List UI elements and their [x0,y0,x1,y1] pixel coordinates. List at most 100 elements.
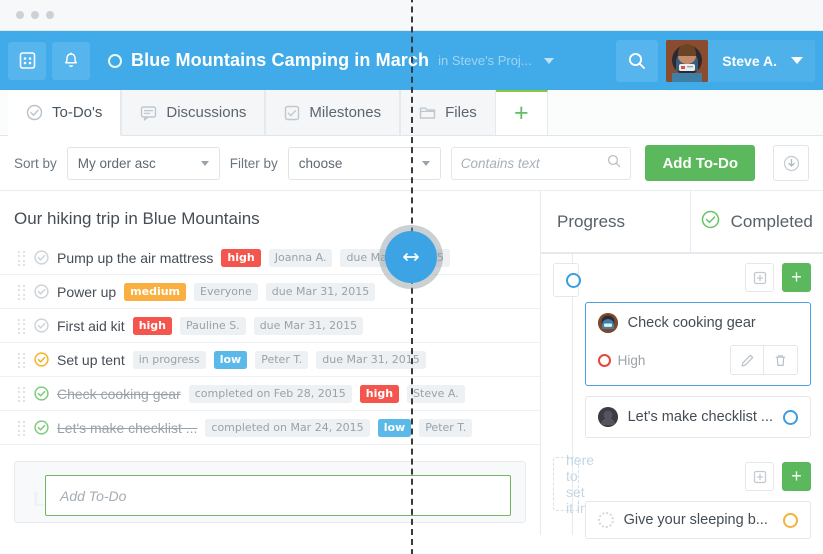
board-card-selected[interactable]: Check cooking gear High [584,302,811,386]
board-column-actions: + [585,263,811,292]
drag-handle-icon[interactable] [18,386,26,402]
status-ring-icon[interactable] [783,512,798,528]
board-card[interactable]: Let's make checklist ... [584,396,811,438]
duplicate-icon[interactable] [745,462,774,491]
search-icon [607,154,621,173]
sort-select[interactable]: My order asc [66,146,220,180]
tab-files[interactable]: Files [400,90,496,135]
filter-select-value: choose [298,155,343,171]
add-todo-button[interactable]: Add To-Do [645,145,755,181]
grid-icon[interactable] [8,41,46,80]
priority-label: High [617,352,646,368]
board-header: Progress Completed [541,191,823,253]
chevron-down-icon[interactable] [543,57,554,64]
todo-tag: Pauline S. [180,316,246,335]
todo-tag: medium [124,282,187,301]
drag-handle-icon[interactable] [18,318,26,334]
todo-tag: low [213,350,248,369]
plus-icon[interactable]: + [782,462,811,491]
board-card-title: Let's make checklist ... [627,409,773,425]
board-column-title: Completed [730,211,813,231]
filter-select[interactable]: choose [287,146,441,180]
check-circle-icon[interactable] [34,420,49,435]
window-dot[interactable] [46,11,54,19]
priority-ring-icon [597,353,611,367]
todo-row[interactable]: Let's make checklist ... completed on Mar… [0,411,540,445]
comment-icon [140,105,157,121]
todo-tag: due Mar 31, 2015 [265,282,376,301]
todo-title: Set up tent [57,351,125,368]
tab-label: Discussions [166,104,247,121]
checkbox-icon [284,105,300,121]
todo-tag: high [221,248,261,267]
drag-handle-icon[interactable] [18,250,26,266]
todo-row[interactable]: Power up medium Everyone due Mar 31, 2015 [0,275,540,309]
tab-todos[interactable]: To-Do's [8,90,122,136]
drag-handle-icon[interactable] [18,420,26,436]
board-column-completed: + Check cooking gear High Let's make che… [573,253,823,539]
todo-title: Let's make checklist ... [57,419,198,436]
search-input[interactable]: Contains text [450,146,631,180]
tab-milestones[interactable]: Milestones [265,90,401,135]
tab-label: Milestones [309,104,382,121]
todo-tag: completed on Feb 28, 2015 [188,384,352,403]
download-icon[interactable] [773,145,809,181]
filter-by-label: Filter by [229,155,278,171]
resize-horizontal-icon[interactable] [385,231,437,283]
avatar[interactable] [666,39,709,82]
todo-row[interactable]: Check cooking gear completed on Feb 28, 2… [0,377,540,411]
check-circle-icon[interactable] [34,250,49,265]
todo-tag: high [132,316,172,335]
user-menu[interactable]: Steve A. [708,39,815,82]
board-column-completed-header: Completed [691,191,823,252]
search-icon[interactable] [616,39,659,82]
avatar [597,407,618,427]
tab-discussions[interactable]: Discussions [121,90,266,135]
todo-tag: low [377,418,412,437]
pencil-icon[interactable] [730,345,764,375]
sort-select-value: My order asc [77,155,156,171]
tab-label: Files [445,104,477,121]
duplicate-icon[interactable] [745,263,774,292]
board-card[interactable]: Give your sleeping b... [584,501,811,539]
drag-handle-icon[interactable] [18,352,26,368]
trash-icon[interactable] [764,345,798,375]
dashed-circle-icon [597,512,614,528]
window-dot[interactable] [31,11,39,19]
todo-title: Power up [57,283,117,300]
todo-row[interactable]: First aid kit high Pauline S. due Mar 31, 2… [0,309,540,343]
page-title: Blue Mountains Camping in March [131,50,430,70]
todo-tag: high [359,384,400,403]
check-circle-icon[interactable] [34,284,49,299]
status-ring-icon[interactable] [783,409,798,425]
drag-handle-icon[interactable] [18,284,26,300]
todo-title: First aid kit [57,317,125,334]
check-circle-icon[interactable] [34,318,49,333]
check-circle-icon[interactable] [34,352,49,367]
add-todo-input[interactable]: Add To-Do [45,475,511,516]
project-breadcrumb[interactable]: Blue Mountains Camping in March in Steve… [108,50,616,71]
main-split: Our hiking trip in Blue Mountains Pump u… [0,0,823,554]
board-pane: Progress Completed here to set it in + C… [541,191,823,539]
window-dot[interactable] [16,11,24,19]
check-circle-icon[interactable] [34,386,49,401]
todo-row[interactable]: Set up tent in progress low Peter T. due Mar… [0,343,540,377]
chevron-down-icon [200,160,209,166]
project-status-ring-icon [108,53,122,68]
todo-tag: due Mar 31, 2015 [316,350,426,369]
add-tab-button[interactable]: + [495,90,548,135]
board-card-buttons [730,345,798,375]
todo-tag: completed on Mar 24, 2015 [205,418,370,437]
board-card-header: Check cooking gear [597,313,798,333]
board-column-actions-2: + [585,462,811,491]
tab-label: To-Do's [52,104,103,121]
todo-row[interactable]: Pump up the air mattress high Joanna A. due… [0,241,540,275]
todo-title: Pump up the air mattress [57,249,214,266]
header-right-group: Steve A. [616,39,815,82]
sort-by-label: Sort by [14,155,57,171]
bell-icon[interactable] [52,41,90,80]
todo-tag: Joanna A. [268,248,333,267]
check-circle-icon [26,104,43,121]
todo-title: Check cooking gear [57,385,181,402]
plus-icon[interactable]: + [782,263,811,292]
